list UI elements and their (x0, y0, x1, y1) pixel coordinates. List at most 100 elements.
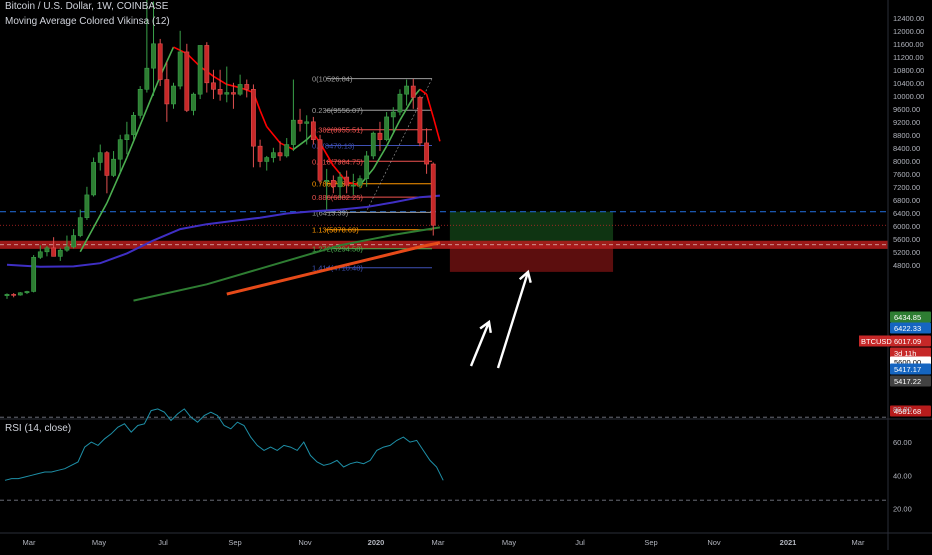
ma-vikinsa-segment (259, 110, 268, 127)
time-tick-label: Mar (432, 538, 445, 547)
rsi-line (4, 408, 444, 481)
indicator-label: Moving Average Colored Vikinsa (12) (5, 16, 170, 27)
price-tick-label: 6800.00 (893, 196, 920, 205)
candle-body (111, 158, 116, 176)
price-tick-label: 8000.00 (893, 157, 920, 166)
symbol-title: Bitcoin / U.S. Dollar, 1W, COINBASE (5, 1, 169, 12)
candle-body (264, 157, 270, 162)
fib-level-label: 0.886(6882.25) (312, 193, 363, 202)
candle-body (257, 145, 263, 162)
time-tick-label: 2021 (780, 538, 797, 547)
candle-body (211, 82, 216, 90)
small-up-arrow (469, 321, 491, 367)
price-label-text: 5417.22 (894, 377, 921, 386)
candle-body (204, 45, 210, 84)
time-tick-label: Mar (23, 538, 36, 547)
candle-body (171, 85, 176, 105)
candle-body (324, 180, 330, 182)
fib-level-label: 0(10526.84) (312, 75, 353, 84)
price-label-text: 5417.17 (894, 365, 921, 374)
price-tick-label: 11200.00 (893, 53, 924, 62)
time-tick-label: Mar (852, 538, 865, 547)
candle-body (197, 45, 203, 95)
candle-body (277, 152, 283, 157)
time-tick-label: Nov (298, 538, 312, 547)
candle-body (17, 292, 23, 296)
candle-body (137, 89, 143, 116)
fib-level-label: 0.382(8955.51) (312, 126, 363, 135)
candle-body (390, 111, 396, 118)
candle-body (97, 152, 103, 163)
price-tick-label: 10800.00 (893, 66, 924, 75)
candle-body (251, 89, 256, 147)
candle-body (24, 291, 30, 294)
time-tick-label: Jul (158, 538, 168, 547)
candle-body (57, 249, 63, 257)
price-tick-label: 8800.00 (893, 131, 920, 140)
candle-body (231, 92, 236, 95)
candle-body (397, 93, 403, 113)
candle-body (51, 247, 57, 257)
chart-svg[interactable]: 0(10526.84) 0.236(9556.07) 0.382(8955.51) 0… (0, 0, 932, 550)
time-tick-label: Jul (575, 538, 585, 547)
candle-body (217, 89, 223, 95)
large-up-arrow (496, 271, 530, 369)
price-tick-label: 6400.00 (893, 209, 920, 218)
candle-body (77, 217, 83, 236)
candle-body (284, 144, 290, 157)
ma-vikinsa-segment (425, 93, 435, 118)
price-tick-label: 9600.00 (893, 105, 920, 114)
candle-body (144, 67, 150, 90)
candle-body (117, 139, 123, 160)
ma-vikinsa-segment (432, 116, 441, 142)
candle-body (151, 43, 156, 69)
candles[interactable] (4, 0, 436, 299)
candle-body (124, 134, 130, 140)
price-tick-label: 11600.00 (893, 40, 924, 49)
time-tick-label: Nov (707, 538, 721, 547)
price-tick-label: 9200.00 (893, 118, 920, 127)
candle-body (350, 184, 356, 187)
candle-body (410, 85, 416, 98)
time-tick-label: Sep (644, 538, 657, 547)
candle-body (244, 84, 250, 90)
price-tick-label: 10000.00 (893, 92, 924, 101)
candle-body (224, 92, 230, 95)
candle-body (64, 246, 70, 251)
price-axis[interactable]: 4800.00 5200.00 5600.00 6000.00 6400.00 6800.… (0, 0, 932, 550)
price-tick-label: 6000.00 (893, 222, 920, 231)
time-axis[interactable]: Mar May Jul Sep Nov 2020 Mar May Jul Sep Nov 2021 Ma… (23, 538, 865, 547)
candle-body (104, 152, 110, 176)
candle-body (177, 51, 183, 87)
price-tick-label: 5600.00 (893, 235, 920, 244)
candle-body (184, 51, 190, 111)
candle-body (430, 163, 436, 226)
candle-body (317, 139, 323, 181)
fib-level-label: 1.13(5878.69) (312, 226, 359, 235)
candle-body (364, 155, 370, 179)
time-tick-label: 2020 (368, 538, 385, 547)
candle-body (37, 251, 43, 258)
rsi-tick-label: 60.00 (893, 438, 912, 447)
candle-body (330, 180, 336, 188)
ma-vikinsa-segment (106, 157, 128, 204)
candle-body (31, 257, 37, 292)
candle-body (131, 115, 136, 136)
symbol-tag-text: BTCUSD (861, 337, 892, 346)
price-tick-label: 4800.00 (893, 261, 920, 270)
price-label-text: 6434.85 (894, 313, 921, 322)
candle-body (344, 176, 350, 186)
price-tick-label: 7600.00 (893, 170, 920, 179)
candle-body (357, 178, 363, 186)
time-tick-label: May (502, 538, 516, 547)
arrows (469, 269, 532, 369)
candle-body (157, 43, 163, 80)
candle-body (304, 121, 310, 124)
rsi-pane[interactable]: 20.00 40.00 60.00 80.00 (0, 405, 912, 514)
ma-vikinsa-segment (266, 126, 281, 144)
chart-area[interactable]: 0(10526.84) 0.236(9556.07) 0.382(8955.51) 0… (0, 0, 932, 550)
candle-body (84, 194, 90, 218)
price-tick-label: 12400.00 (893, 14, 924, 23)
price-tick-label: 12000.00 (893, 27, 924, 36)
fib-level-label: 0.236(9556.07) (312, 106, 363, 115)
